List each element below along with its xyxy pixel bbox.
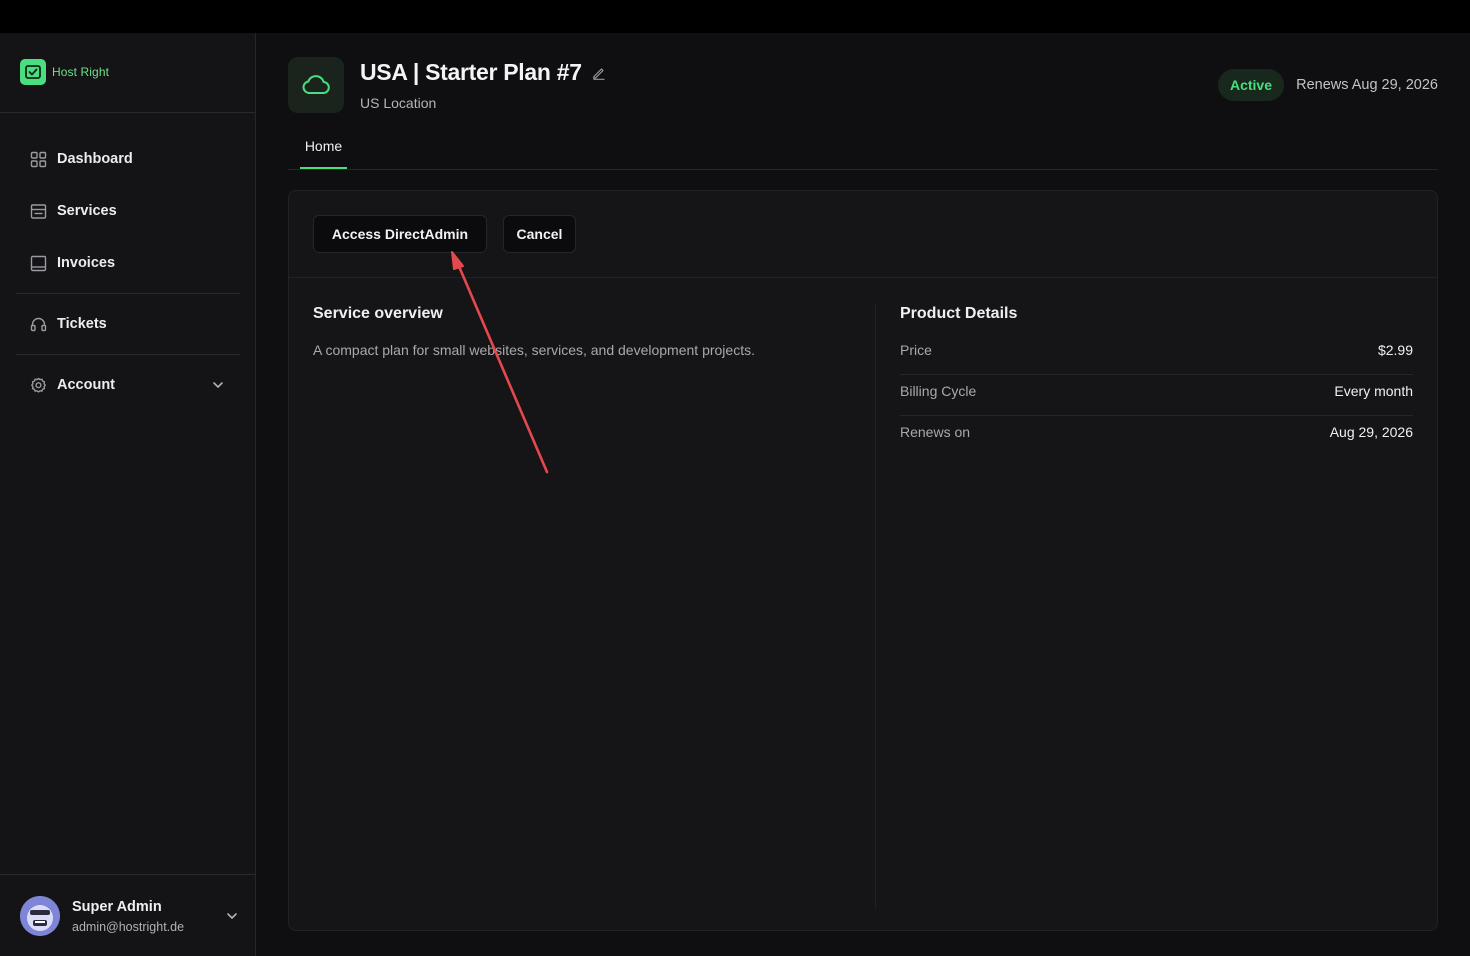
top-bar xyxy=(0,0,1470,33)
sidebar-item-account[interactable]: Account xyxy=(16,367,240,403)
detail-label: Billing Cycle xyxy=(900,383,977,399)
divider xyxy=(289,277,1437,278)
chevron-down-icon[interactable] xyxy=(224,908,240,924)
detail-value: $2.99 xyxy=(1377,342,1413,358)
overview-title: Service overview xyxy=(313,305,443,322)
access-directadmin-button[interactable]: Access DirectAdmin xyxy=(313,215,487,253)
user-email: admin@hostright.de xyxy=(72,920,185,934)
tab-active-indicator xyxy=(300,167,347,169)
chevron-down-icon[interactable] xyxy=(210,377,226,393)
tab-home[interactable]: Home xyxy=(300,138,347,170)
renews-text: Renews Aug 29, 2026 xyxy=(1296,77,1438,93)
tabs-divider xyxy=(288,169,1438,170)
page-title: USA | Starter Plan #7 xyxy=(360,59,606,86)
sidebar-item-label: Invoices xyxy=(57,255,116,271)
detail-row-price: Price $2.99 xyxy=(900,334,1413,375)
status-badge: Active xyxy=(1218,69,1284,101)
brand-logo-icon xyxy=(20,59,46,85)
service-card: Access DirectAdmin Cancel Service overvi… xyxy=(288,190,1438,931)
gear-icon xyxy=(29,376,47,394)
overview-description: A compact plan for small websites, servi… xyxy=(313,342,755,358)
divider xyxy=(0,874,255,875)
grid-icon xyxy=(29,150,47,168)
sidebar-item-label: Account xyxy=(57,377,115,393)
main-content: USA | Starter Plan #7 US Location Active… xyxy=(256,33,1470,956)
sidebar-item-invoices[interactable]: Invoices xyxy=(16,245,240,281)
sidebar-item-label: Services xyxy=(57,203,117,219)
service-title: USA | Starter Plan #7 xyxy=(360,59,582,85)
invoice-icon xyxy=(29,254,47,272)
headset-icon xyxy=(29,315,47,333)
cancel-button[interactable]: Cancel xyxy=(503,215,576,253)
divider xyxy=(0,112,255,113)
brand[interactable]: Host Right xyxy=(20,59,109,85)
detail-row-renews-on: Renews on Aug 29, 2026 xyxy=(900,416,1413,457)
edit-icon[interactable] xyxy=(592,66,606,80)
detail-value: Aug 29, 2026 xyxy=(1329,424,1413,440)
avatar xyxy=(20,896,60,936)
sidebar-item-dashboard[interactable]: Dashboard xyxy=(16,141,240,177)
sidebar-item-tickets[interactable]: Tickets xyxy=(16,306,240,342)
divider xyxy=(16,293,240,294)
sidebar-item-services[interactable]: Services xyxy=(16,193,240,229)
brand-name: Host Right xyxy=(52,65,110,79)
sidebar: Host Right Dashboard Services Invoices T… xyxy=(0,33,256,956)
cloud-icon xyxy=(288,57,344,113)
sidebar-item-label: Dashboard xyxy=(57,151,133,167)
server-icon xyxy=(29,202,47,220)
user-menu[interactable]: Super Admin admin@hostright.de xyxy=(20,896,240,936)
product-details-title: Product Details xyxy=(900,305,1018,322)
column-divider xyxy=(875,303,876,909)
detail-value: Every month xyxy=(1334,383,1413,399)
service-subtitle: US Location xyxy=(360,95,437,111)
detail-label: Renews on xyxy=(900,424,971,440)
user-name: Super Admin xyxy=(72,899,162,915)
sidebar-item-label: Tickets xyxy=(57,316,107,332)
detail-label: Price xyxy=(900,342,932,358)
divider xyxy=(16,354,240,355)
detail-row-billing-cycle: Billing Cycle Every month xyxy=(900,375,1413,416)
